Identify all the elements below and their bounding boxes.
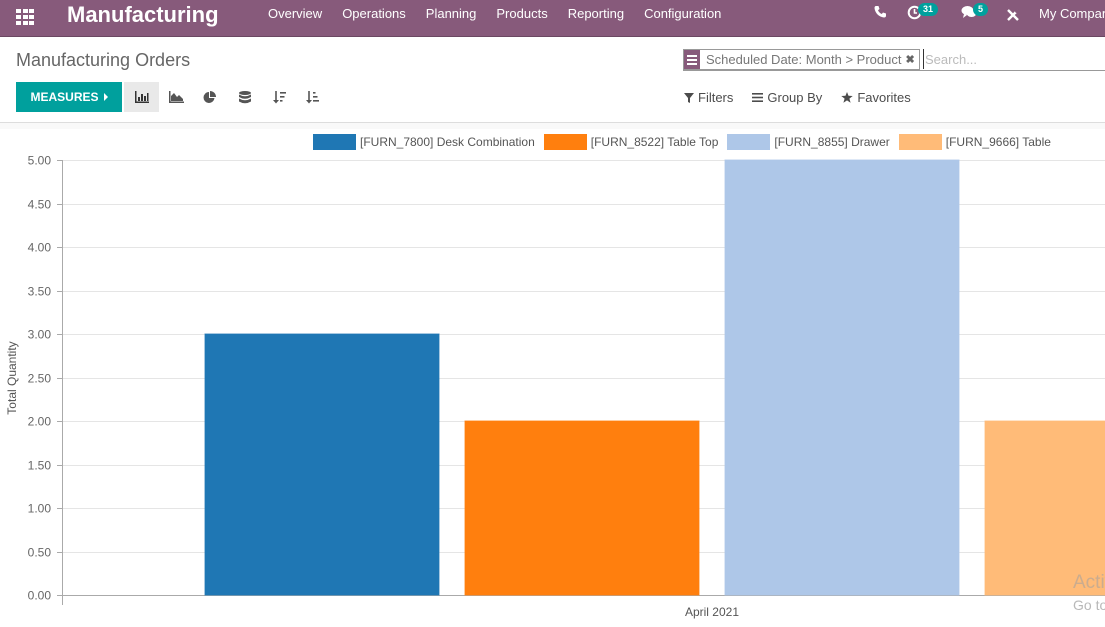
y-tick-label: 1.50 bbox=[28, 459, 52, 473]
y-tick-label: 1.00 bbox=[28, 502, 52, 516]
windows-watermark-title: Activate Windows bbox=[1073, 572, 1105, 593]
x-tick-label: April 2021 bbox=[685, 605, 739, 619]
bar-chart: 0.00 0.50 1.00 1.50 2.00 2.50 3.00 3.50 4.00 4.50… bbox=[28, 154, 1105, 619]
y-tick-label: 2.50 bbox=[28, 372, 52, 386]
windows-watermark-subtitle: Go to Settings to activate Windows. bbox=[1073, 597, 1105, 613]
bar-2 bbox=[464, 420, 700, 596]
legend-swatch bbox=[313, 134, 356, 150]
y-tick-label: 5.00 bbox=[28, 154, 52, 168]
y-tick-label: 3.00 bbox=[28, 328, 52, 342]
legend-swatch bbox=[898, 134, 942, 150]
y-tick-label: 0.00 bbox=[28, 589, 52, 603]
y-axis-title: Total Quantity bbox=[5, 341, 19, 415]
legend-label: [FURN_8855] Drawer bbox=[774, 135, 890, 149]
legend-item[interactable]: [FURN_8522] Table Top bbox=[543, 134, 719, 150]
bar-3 bbox=[724, 159, 960, 596]
legend-label: [FURN_9666] Table bbox=[945, 135, 1051, 149]
y-tick-label: 4.00 bbox=[28, 241, 52, 255]
y-tick-label: 2.00 bbox=[28, 415, 52, 429]
legend-label: [FURN_7800] Desk Combination bbox=[360, 135, 535, 149]
chart-legend: [FURN_7800] Desk Combination [FURN_8522] … bbox=[313, 134, 1060, 150]
bar-4 bbox=[984, 420, 1105, 596]
bar-1 bbox=[204, 333, 440, 596]
y-tick-label: 0.50 bbox=[28, 546, 52, 560]
legend-item[interactable]: [FURN_8855] Drawer bbox=[727, 134, 890, 150]
legend-label: [FURN_8522] Table Top bbox=[590, 135, 719, 149]
legend-item[interactable]: [FURN_9666] Table bbox=[898, 134, 1051, 150]
legend-item[interactable]: [FURN_7800] Desk Combination bbox=[313, 134, 535, 150]
y-tick-label: 4.50 bbox=[28, 198, 52, 212]
legend-swatch bbox=[543, 134, 587, 150]
legend-swatch bbox=[727, 134, 771, 150]
y-tick-label: 3.50 bbox=[28, 285, 52, 299]
